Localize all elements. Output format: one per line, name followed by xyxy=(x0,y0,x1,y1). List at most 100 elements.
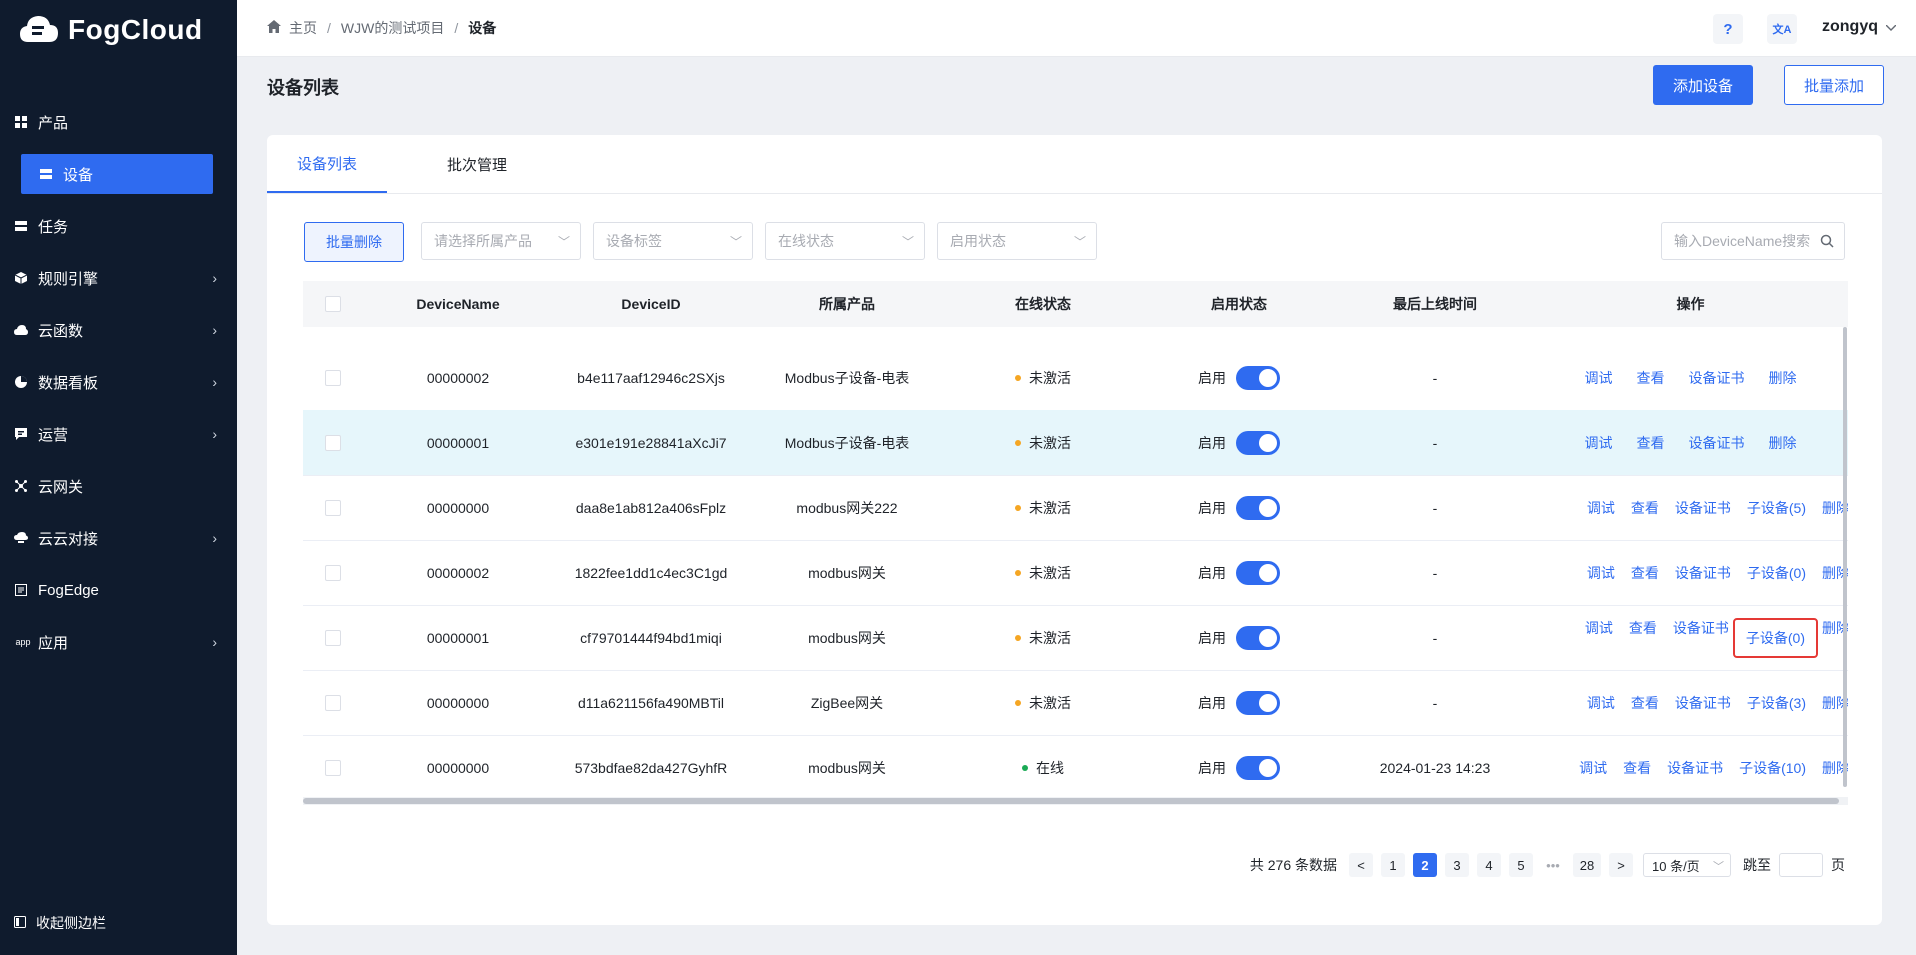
breadcrumb-separator: / xyxy=(327,20,331,36)
device-id-cell: 1822fee1dd1c4ec3C1gd xyxy=(553,540,749,605)
view-link[interactable]: 查看 xyxy=(1631,693,1659,713)
debug-link[interactable]: 调试 xyxy=(1585,618,1613,658)
sidebar-item-cloud-link[interactable]: 云云对接 › xyxy=(0,512,237,564)
debug-link[interactable]: 调试 xyxy=(1587,498,1615,518)
device-id: 1822fee1dd1c4ec3C1gd xyxy=(574,564,728,581)
sidebar-item-app[interactable]: app 应用 › xyxy=(0,616,237,668)
online-status: 未激活 xyxy=(1029,564,1071,581)
sub-devices-link[interactable]: 子设备(0) xyxy=(1747,563,1806,583)
enable-toggle[interactable] xyxy=(1236,755,1280,780)
certificate-link[interactable]: 设备证书 xyxy=(1673,618,1729,658)
enable-toggle[interactable] xyxy=(1236,625,1280,650)
row-checkbox-cell xyxy=(303,735,363,800)
page-button[interactable]: 2 xyxy=(1413,853,1437,877)
tab-device-list[interactable]: 设备列表 xyxy=(267,135,387,193)
delete-link[interactable]: 删除 xyxy=(1769,433,1797,453)
product-select[interactable]: 请选择所属产品 ﹀ xyxy=(421,222,581,260)
col-online-status: 在线状态 xyxy=(1015,296,1071,312)
enable-toggle[interactable] xyxy=(1236,690,1280,715)
language-button[interactable]: 文A xyxy=(1767,14,1797,44)
sidebar-item-operation[interactable]: 运营 › xyxy=(0,408,237,460)
debug-link[interactable]: 调试 xyxy=(1587,563,1615,583)
logo[interactable]: FogCloud xyxy=(18,10,203,50)
certificate-link[interactable]: 设备证书 xyxy=(1675,693,1731,713)
vertical-scrollbar[interactable] xyxy=(1843,327,1847,787)
jump-page-input[interactable] xyxy=(1779,853,1823,877)
view-link[interactable]: 查看 xyxy=(1623,758,1651,778)
row-checkbox[interactable] xyxy=(325,564,341,581)
enable-toggle[interactable] xyxy=(1236,495,1280,520)
filter-bar: 批量删除 请选择所属产品 ﹀ 设备标签 ﹀ 在线状态 ﹀ 启用状态 ﹀ xyxy=(304,222,1845,262)
row-checkbox-cell xyxy=(303,345,363,410)
sidebar-item-product[interactable]: 产品 xyxy=(0,96,237,148)
certificate-link[interactable]: 设备证书 xyxy=(1675,563,1731,583)
view-link[interactable]: 查看 xyxy=(1637,368,1665,388)
status-dot xyxy=(1015,634,1021,641)
online-status-cell: 未激活 xyxy=(945,605,1141,670)
view-link[interactable]: 查看 xyxy=(1637,433,1665,453)
debug-link[interactable]: 调试 xyxy=(1585,433,1613,453)
add-device-button[interactable]: 添加设备 xyxy=(1653,65,1753,105)
row-checkbox[interactable] xyxy=(325,629,341,646)
page-button[interactable]: 1 xyxy=(1381,853,1405,877)
certificate-link[interactable]: 设备证书 xyxy=(1689,433,1745,453)
tab-batch-management[interactable]: 批次管理 xyxy=(427,135,527,193)
certificate-link[interactable]: 设备证书 xyxy=(1675,498,1731,518)
next-page-button[interactable]: > xyxy=(1609,853,1633,877)
breadcrumb-home[interactable]: 主页 xyxy=(289,18,317,38)
page-button[interactable]: 4 xyxy=(1477,853,1501,877)
search-icon[interactable] xyxy=(1820,234,1834,251)
sub-devices-link[interactable]: 子设备(3) xyxy=(1747,693,1806,713)
help-button[interactable]: ? xyxy=(1713,14,1743,44)
enable-status-select[interactable]: 启用状态 ﹀ xyxy=(937,222,1097,260)
search-input[interactable] xyxy=(1672,232,1824,250)
select-all-checkbox[interactable] xyxy=(325,296,341,312)
view-link[interactable]: 查看 xyxy=(1631,498,1659,518)
sidebar-item-cloud-gateway[interactable]: 云网关 xyxy=(0,460,237,512)
user-menu[interactable]: zongyq xyxy=(1822,18,1897,36)
sidebar-item-device[interactable]: 设备 xyxy=(21,154,213,194)
view-link[interactable]: 查看 xyxy=(1629,618,1657,658)
sub-devices-link[interactable]: 子设备(10) xyxy=(1739,758,1806,778)
page-button[interactable]: 3 xyxy=(1445,853,1469,877)
row-checkbox[interactable] xyxy=(325,759,341,776)
sidebar-item-cloud-function[interactable]: 云函数 › xyxy=(0,304,237,356)
horizontal-scrollbar[interactable] xyxy=(303,798,1839,804)
collapse-sidebar-button[interactable]: 收起侧边栏 xyxy=(14,913,106,933)
certificate-link[interactable]: 设备证书 xyxy=(1689,368,1745,388)
prev-page-button[interactable]: < xyxy=(1349,853,1373,877)
tag-select[interactable]: 设备标签 ﹀ xyxy=(593,222,753,260)
sidebar-item-fogedge[interactable]: FogEdge xyxy=(0,564,237,616)
certificate-link[interactable]: 设备证书 xyxy=(1667,758,1723,778)
enable-toggle[interactable] xyxy=(1236,365,1280,390)
row-checkbox[interactable] xyxy=(325,499,341,516)
debug-link[interactable]: 调试 xyxy=(1585,368,1613,388)
sub-devices-link[interactable]: 子设备(0) xyxy=(1732,617,1818,658)
table-row: 00000000 d11a621156fa490MBTil ZigBee网关 未激活 启… xyxy=(303,670,1848,736)
sub-devices-link[interactable]: 子设备(5) xyxy=(1747,498,1806,518)
page-size-select[interactable]: 10 条/页 ﹀ xyxy=(1643,853,1731,877)
row-checkbox[interactable] xyxy=(325,369,341,386)
sidebar-item-task[interactable]: 任务 xyxy=(0,200,237,252)
sidebar-item-dashboard[interactable]: 数据看板 › xyxy=(0,356,237,408)
online-status-select[interactable]: 在线状态 ﹀ xyxy=(765,222,925,260)
enable-toggle[interactable] xyxy=(1236,560,1280,585)
page-list: 1 2 3 4 5 ••• 28 xyxy=(1373,853,1601,877)
breadcrumb-project[interactable]: WJW的测试项目 xyxy=(341,18,444,38)
row-checkbox[interactable] xyxy=(325,694,341,711)
cloud-icon xyxy=(14,323,28,337)
sidebar-item-rule-engine[interactable]: 规则引擎 › xyxy=(0,252,237,304)
batch-add-button[interactable]: 批量添加 xyxy=(1784,65,1884,105)
enable-toggle[interactable] xyxy=(1236,430,1280,455)
enable-label: 启用 xyxy=(1198,694,1226,711)
page-button[interactable]: 5 xyxy=(1509,853,1533,877)
last-online-cell: - xyxy=(1337,540,1533,605)
page-button[interactable]: 28 xyxy=(1573,853,1601,877)
batch-delete-button[interactable]: 批量删除 xyxy=(304,222,404,262)
debug-link[interactable]: 调试 xyxy=(1579,758,1607,778)
row-checkbox[interactable] xyxy=(325,434,341,451)
enable-label: 启用 xyxy=(1198,499,1226,516)
debug-link[interactable]: 调试 xyxy=(1587,693,1615,713)
view-link[interactable]: 查看 xyxy=(1631,563,1659,583)
delete-link[interactable]: 删除 xyxy=(1769,368,1797,388)
